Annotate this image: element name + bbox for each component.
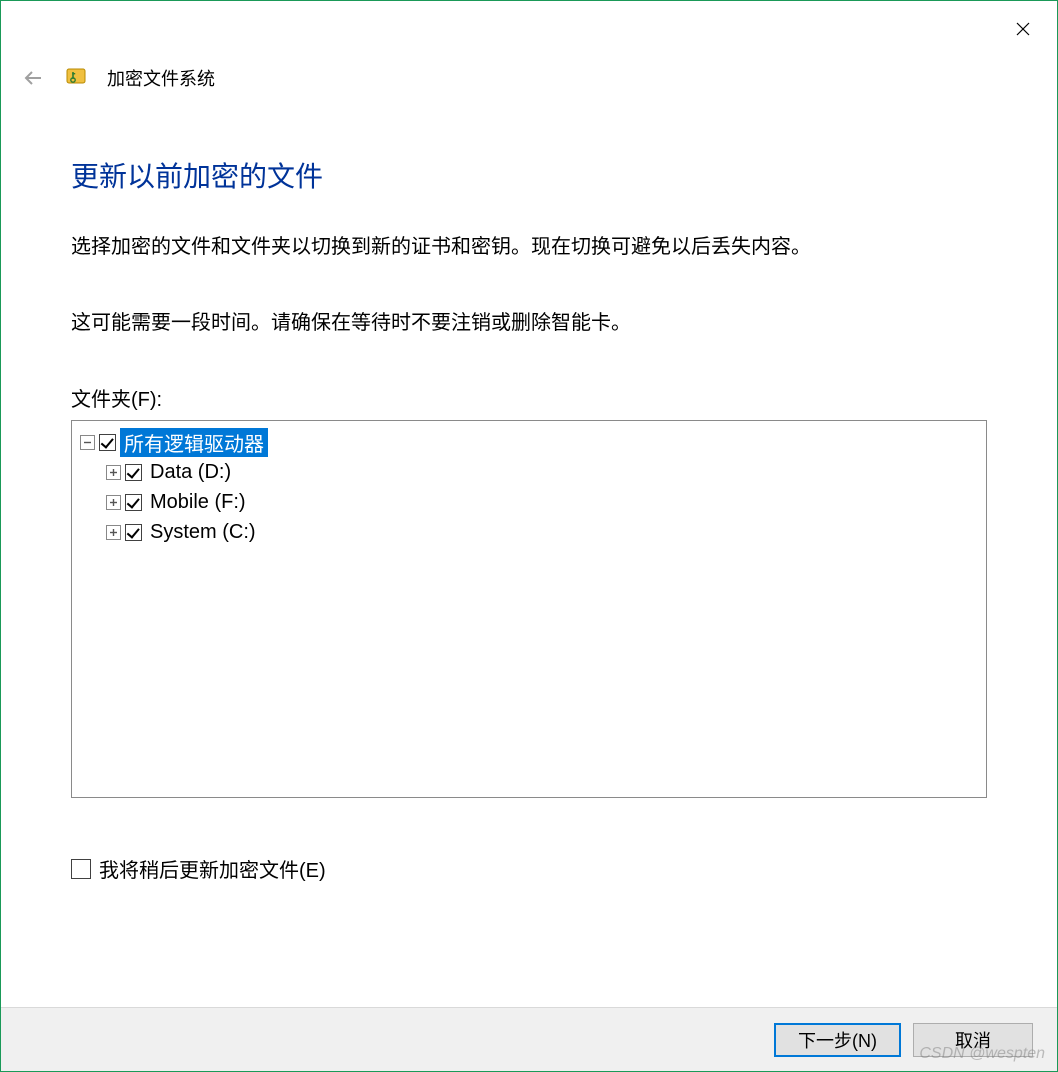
tree-row-system-c[interactable]: System (C:) [76, 517, 982, 547]
titlebar [1, 1, 1057, 51]
app-title: 加密文件系统 [107, 65, 215, 91]
tree-label-system-c[interactable]: System (C:) [146, 521, 260, 544]
tree-label-root[interactable]: 所有逻辑驱动器 [120, 428, 268, 457]
cancel-button[interactable]: 取消 [913, 1023, 1033, 1057]
close-button[interactable] [1007, 13, 1039, 45]
back-arrow-icon [22, 67, 44, 89]
folder-tree[interactable]: 所有逻辑驱动器 Data (D:) Mobile (F:) System (C:… [71, 420, 987, 798]
close-icon [1016, 22, 1030, 36]
tree-label-data-d[interactable]: Data (D:) [146, 461, 235, 484]
checkbox-system-c[interactable] [125, 524, 142, 541]
expander-plus-icon[interactable] [106, 525, 121, 540]
update-later-option[interactable]: 我将稍后更新加密文件(E) [71, 854, 987, 883]
next-button[interactable]: 下一步(N) [774, 1023, 901, 1057]
update-later-label: 我将稍后更新加密文件(E) [99, 854, 326, 883]
description-1: 选择加密的文件和文件夹以切换到新的证书和密钥。现在切换可避免以后丢失内容。 [71, 231, 987, 263]
expander-plus-icon[interactable] [106, 465, 121, 480]
tree-row-root[interactable]: 所有逻辑驱动器 [76, 427, 982, 457]
header: 加密文件系统 [1, 51, 1057, 91]
tree-row-data-d[interactable]: Data (D:) [76, 457, 982, 487]
back-button[interactable] [21, 66, 45, 90]
folders-label: 文件夹(F): [71, 383, 987, 412]
tree-row-mobile-f[interactable]: Mobile (F:) [76, 487, 982, 517]
checkbox-update-later[interactable] [71, 859, 91, 879]
page-heading: 更新以前加密的文件 [71, 155, 987, 195]
expander-minus-icon[interactable] [80, 435, 95, 450]
efs-icon [63, 65, 89, 91]
checkbox-data-d[interactable] [125, 464, 142, 481]
footer: 下一步(N) 取消 [1, 1007, 1057, 1071]
expander-plus-icon[interactable] [106, 495, 121, 510]
tree-label-mobile-f[interactable]: Mobile (F:) [146, 491, 250, 514]
checkbox-root[interactable] [99, 434, 116, 451]
checkbox-mobile-f[interactable] [125, 494, 142, 511]
content-area: 更新以前加密的文件 选择加密的文件和文件夹以切换到新的证书和密钥。现在切换可避免… [1, 91, 1057, 883]
description-2: 这可能需要一段时间。请确保在等待时不要注销或删除智能卡。 [71, 307, 987, 339]
